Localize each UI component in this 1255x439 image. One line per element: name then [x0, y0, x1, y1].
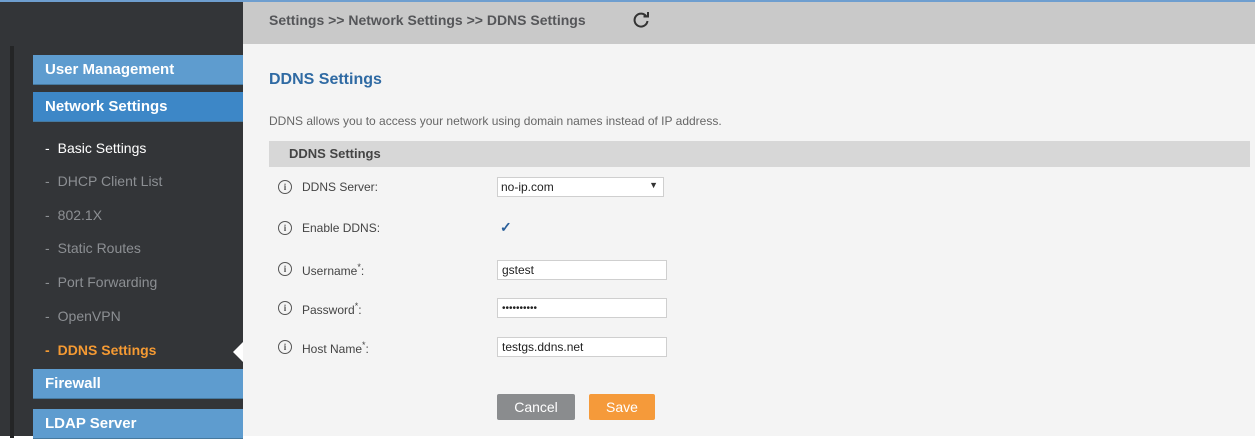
info-icon[interactable]: i: [278, 262, 292, 276]
sidebar-subitem-label: 802.1X: [57, 207, 103, 223]
sidebar: User Management Network Settings - Basic …: [0, 0, 243, 439]
sidebar-subitem-basic-settings[interactable]: - Basic Settings: [33, 132, 243, 165]
info-icon[interactable]: i: [278, 340, 292, 354]
dropdown-arrow-icon: ▼: [649, 180, 658, 190]
username-label-text: Username: [302, 264, 358, 278]
enable-ddns-checkbox[interactable]: ✓: [500, 220, 514, 234]
sidebar-subitem-openvpn[interactable]: - OpenVPN: [33, 300, 243, 333]
username-label: Username*:: [302, 262, 364, 278]
sidebar-subitem-dhcp-client-list[interactable]: - DHCP Client List: [33, 165, 243, 198]
ddns-server-label: DDNS Server:: [302, 180, 379, 194]
main-content: DDNS Settings DDNS allows you to access …: [243, 44, 1255, 436]
dash-marker: -: [45, 342, 50, 358]
label-colon: :: [358, 303, 362, 317]
sidebar-subitem-label: Static Routes: [57, 240, 141, 256]
host-name-input[interactable]: [497, 337, 667, 357]
ddns-server-select[interactable]: no-ip.com ▼: [497, 177, 664, 197]
section-header: DDNS Settings: [269, 141, 1250, 167]
sidebar-subitem-label: Port Forwarding: [57, 274, 158, 290]
breadcrumb: Settings >> Network Settings >> DDNS Set…: [269, 12, 586, 28]
sidebar-subitem-label: Basic Settings: [57, 140, 147, 156]
ddns-server-value: no-ip.com: [501, 180, 554, 194]
dash-marker: -: [45, 240, 50, 256]
dash-marker: -: [45, 140, 50, 156]
sidebar-subitem-label: DHCP Client List: [57, 173, 163, 189]
dash-marker: -: [45, 274, 50, 290]
page-title: DDNS Settings: [269, 71, 382, 88]
sidebar-item-ldap-server[interactable]: LDAP Server: [33, 409, 243, 439]
sidebar-item-firewall[interactable]: Firewall: [33, 369, 243, 399]
cancel-button[interactable]: Cancel: [497, 394, 575, 420]
dash-marker: -: [45, 207, 50, 223]
active-item-pointer: [233, 342, 243, 362]
info-icon[interactable]: i: [278, 221, 292, 235]
dash-marker: -: [45, 173, 50, 189]
sidebar-item-network-settings[interactable]: Network Settings: [33, 92, 243, 122]
refresh-icon[interactable]: [631, 10, 651, 30]
dash-marker: -: [45, 308, 50, 324]
page-description: DDNS allows you to access your network u…: [269, 114, 722, 128]
label-colon: :: [365, 342, 369, 356]
enable-ddns-label: Enable DDNS:: [302, 221, 381, 235]
username-input[interactable]: [497, 260, 667, 280]
sidebar-subitem-label: OpenVPN: [57, 308, 121, 324]
host-name-label-text: Host Name: [302, 342, 363, 356]
info-icon[interactable]: i: [278, 180, 292, 194]
sidebar-stripe: [10, 46, 14, 438]
sidebar-subitem-port-forwarding[interactable]: - Port Forwarding: [33, 266, 243, 299]
sidebar-item-user-management[interactable]: User Management: [33, 55, 243, 85]
password-label-text: Password: [302, 303, 355, 317]
password-label: Password*:: [302, 301, 362, 317]
sidebar-subitem-label: DDNS Settings: [57, 342, 157, 358]
sidebar-subitem-8021x[interactable]: -802.1X: [33, 199, 243, 232]
host-name-label: Host Name*:: [302, 340, 369, 356]
password-input[interactable]: [497, 298, 667, 318]
save-button[interactable]: Save: [589, 394, 655, 420]
section-title: DDNS Settings: [289, 146, 381, 161]
breadcrumb-bar: Settings >> Network Settings >> DDNS Set…: [243, 0, 1255, 44]
label-colon: :: [360, 264, 365, 278]
sidebar-subitem-ddns-settings[interactable]: - DDNS Settings: [33, 334, 243, 367]
info-icon[interactable]: i: [278, 301, 292, 315]
sidebar-subitem-static-routes[interactable]: - Static Routes: [33, 232, 243, 265]
